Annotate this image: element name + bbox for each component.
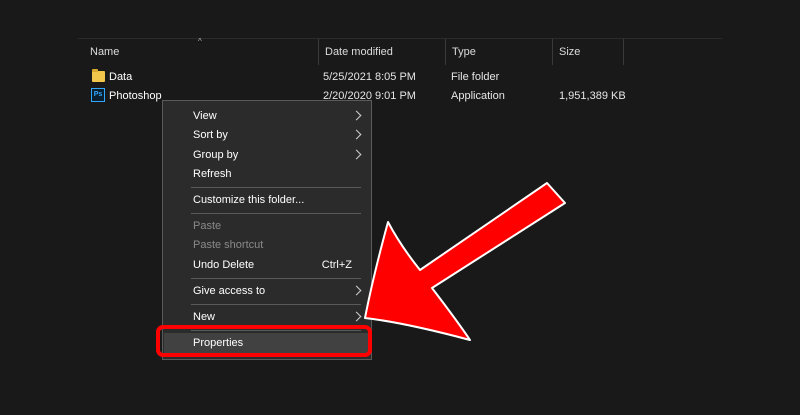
annotation-arrow-icon	[364, 182, 566, 341]
